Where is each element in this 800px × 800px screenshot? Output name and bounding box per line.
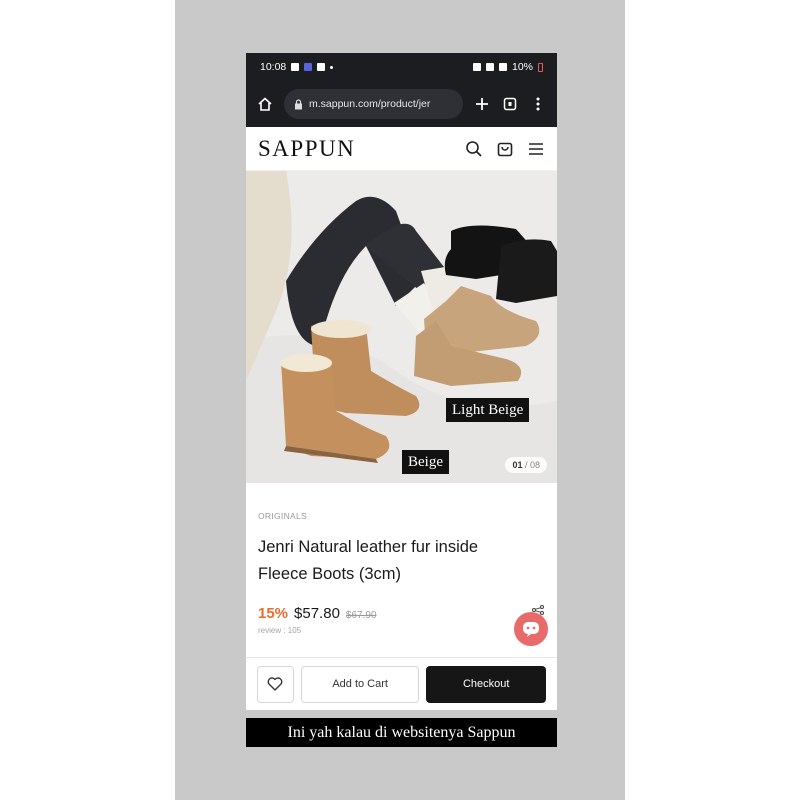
sale-price: $57.80 <box>294 605 340 622</box>
add-to-cart-button[interactable]: Add to Cart <box>300 665 420 703</box>
more-notifications-icon <box>330 65 334 69</box>
wifi-icon <box>485 63 494 71</box>
image-counter: 01 / 08 <box>505 457 547 473</box>
url-text: m.sappun.com/product/jer <box>309 98 431 110</box>
battery-level: 10% <box>511 61 533 73</box>
phone-screenshot: 10:08 10% m.sappun.com/product/jer SAPPU… <box>246 53 557 710</box>
site-header: SAPPUN <box>246 127 557 171</box>
color-tag-light-beige: Light Beige <box>446 398 530 422</box>
story-canvas: 10:08 10% m.sappun.com/product/jer SAPPU… <box>0 0 800 800</box>
review-count[interactable]: review : 105 <box>258 626 548 635</box>
heart-icon <box>268 677 283 691</box>
product-name-line-1: Jenri Natural leather fur inside <box>258 538 479 556</box>
message-icon <box>317 63 326 71</box>
bottom-action-bar: Add to Cart Checkout <box>246 657 557 710</box>
image-counter-current: 01 <box>512 460 523 470</box>
signal-icon <box>498 63 507 71</box>
search-icon[interactable] <box>465 140 483 158</box>
status-bar: 10:08 10% <box>246 53 557 81</box>
chat-button[interactable] <box>514 612 548 646</box>
lock-icon <box>295 98 302 109</box>
site-logo[interactable]: SAPPUN <box>258 136 355 162</box>
product-image[interactable]: Light Beige Beige 01 / 08 <box>246 171 557 483</box>
battery-icon <box>538 62 543 72</box>
product-brand[interactable]: ORIGINALS <box>258 511 548 521</box>
discount-percent: 15% <box>258 605 289 622</box>
plus-icon[interactable] <box>473 95 491 113</box>
app-notification-icon <box>304 63 313 71</box>
story-caption: Ini yah kalau di websitenya Sappun <box>246 718 557 747</box>
product-name: Jenri Natural leather fur inside Fleece … <box>258 534 548 588</box>
menu-icon[interactable] <box>527 140 545 158</box>
original-price: $67.90 <box>345 610 377 621</box>
tabs-icon[interactable] <box>501 95 519 113</box>
alarm-icon <box>472 63 481 71</box>
wishlist-button[interactable] <box>257 665 294 703</box>
price-line: 15% $57.80 $67.90 <box>258 605 548 622</box>
chat-icon <box>523 622 539 637</box>
image-counter-total: 08 <box>529 460 540 470</box>
checkout-button[interactable]: Checkout <box>426 665 546 703</box>
more-icon[interactable] <box>529 95 547 113</box>
boots-photo-illustration <box>246 171 557 483</box>
cart-icon[interactable] <box>496 140 514 158</box>
color-tag-beige: Beige <box>402 450 449 474</box>
product-info: ORIGINALS Jenri Natural leather fur insi… <box>258 511 548 635</box>
status-time: 10:08 <box>260 61 287 73</box>
address-bar[interactable]: m.sappun.com/product/jer <box>284 89 463 119</box>
product-name-line-2: Fleece Boots (3cm) <box>258 565 402 583</box>
notification-icon <box>291 63 300 71</box>
browser-toolbar: m.sappun.com/product/jer <box>246 81 557 127</box>
home-icon[interactable] <box>256 95 274 113</box>
